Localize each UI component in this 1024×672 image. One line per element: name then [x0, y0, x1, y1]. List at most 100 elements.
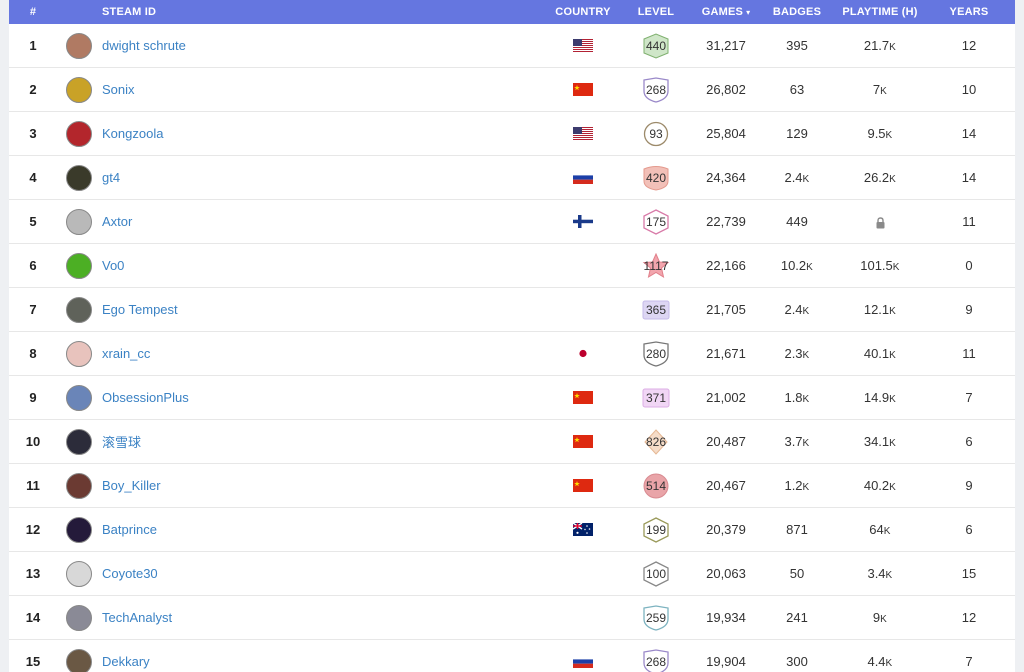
header-country[interactable]: COUNTRY — [547, 6, 619, 18]
sort-desc-icon: ▾ — [746, 8, 751, 17]
level-value: 365 — [645, 302, 667, 317]
avatar[interactable] — [66, 252, 92, 279]
games-cell: 21,002 — [706, 390, 746, 405]
table-row[interactable]: 6 Vo0 1117 22,166 10.2K 101.5K 0 — [9, 244, 1015, 288]
badges-value: 2.4 — [784, 302, 803, 317]
table-row[interactable]: 12 Batprince 199 20,379 871 64K 6 — [9, 508, 1015, 552]
playtime-cell: 4.4K — [835, 654, 925, 669]
leaderboard: # STEAM ID COUNTRY LEVEL GAMES ▾ BADGES P… — [9, 0, 1015, 672]
badges-value: 63 — [789, 82, 805, 97]
steam-id-link[interactable]: Dekkary — [102, 654, 150, 669]
table-header: # STEAM ID COUNTRY LEVEL GAMES ▾ BADGES P… — [9, 0, 1015, 24]
level-badge: 365 — [641, 297, 671, 323]
badges-cell: 241 — [759, 610, 835, 625]
steam-id-link[interactable]: Boy_Killer — [102, 478, 161, 493]
country-flag-icon — [547, 391, 619, 404]
table-row[interactable]: 7 Ego Tempest 365 21,705 2.4K 12.1K 9 — [9, 288, 1015, 332]
badges-cell: 2.3K — [759, 346, 835, 361]
table-row[interactable]: 8 xrain_cc 280 21,671 2.3K 40.1K 11 — [9, 332, 1015, 376]
level-badge: 259 — [641, 604, 671, 631]
steam-id-link[interactable]: ObsessionPlus — [102, 390, 189, 405]
playtime-cell: 21.7K — [835, 38, 925, 53]
rank-cell: 2 — [29, 82, 37, 97]
table-row[interactable]: 4 gt4 420 24,364 2.4K 26.2K 14 — [9, 156, 1015, 200]
steam-id-link[interactable]: Batprince — [102, 522, 157, 537]
playtime-cell: 14.9K — [835, 390, 925, 405]
rank-cell: 6 — [29, 258, 37, 273]
steam-id-link[interactable]: Kongzoola — [102, 126, 163, 141]
rank-cell: 4 — [29, 170, 37, 185]
games-cell: 19,904 — [706, 654, 746, 669]
avatar[interactable] — [66, 560, 92, 587]
table-row[interactable]: 11 Boy_Killer 514 20,467 1.2K 40.2K 9 — [9, 464, 1015, 508]
table-row[interactable]: 9 ObsessionPlus 371 21,002 1.8K 14.9K 7 — [9, 376, 1015, 420]
lock-icon — [875, 214, 886, 229]
badges-value: 50 — [789, 566, 805, 581]
header-games[interactable]: GAMES ▾ — [693, 6, 759, 18]
table-row[interactable]: 5 Axtor 175 22,739 449 11 — [9, 200, 1015, 244]
avatar[interactable] — [66, 164, 92, 191]
header-years[interactable]: YEARS — [925, 6, 1013, 18]
playtime-value: 21.7 — [863, 38, 890, 53]
playtime-unit: K — [889, 438, 897, 449]
level-badge: 371 — [641, 385, 671, 411]
header-badges[interactable]: BADGES — [759, 6, 835, 18]
table-row[interactable]: 15 Dekkary 268 19,904 300 4.4K 7 — [9, 640, 1015, 672]
playtime-cell: 34.1K — [835, 434, 925, 449]
avatar[interactable] — [66, 340, 92, 367]
steam-id-link[interactable]: dwight schrute — [102, 38, 186, 53]
avatar[interactable] — [66, 76, 92, 103]
level-badge: 93 — [641, 121, 671, 147]
playtime-value: 40.1 — [863, 346, 890, 361]
playtime-cell: 26.2K — [835, 170, 925, 185]
avatar[interactable] — [66, 604, 92, 631]
avatar[interactable] — [66, 120, 92, 147]
level-value: 514 — [645, 478, 667, 493]
games-cell: 22,166 — [706, 258, 746, 273]
playtime-cell: 3.4K — [835, 566, 925, 581]
header-playtime[interactable]: PLAYTIME (H) — [835, 6, 925, 18]
steam-id-link[interactable]: TechAnalyst — [102, 610, 172, 625]
steam-id-link[interactable]: Ego Tempest — [102, 302, 178, 317]
header-steam-id[interactable]: STEAM ID — [101, 6, 547, 18]
avatar[interactable] — [66, 428, 92, 455]
table-row[interactable]: 2 Sonix 268 26,802 63 7K 10 — [9, 68, 1015, 112]
playtime-unit: K — [889, 306, 897, 317]
badges-value: 449 — [786, 214, 808, 229]
years-cell: 9 — [965, 302, 973, 317]
badges-unit: K — [806, 262, 814, 273]
steam-id-link[interactable]: Axtor — [102, 214, 132, 229]
country-flag-icon — [547, 127, 619, 140]
country-flag-icon — [547, 347, 619, 360]
years-cell: 7 — [965, 654, 973, 669]
avatar[interactable] — [66, 296, 92, 323]
level-value: 268 — [645, 82, 667, 97]
playtime-cell: 7K — [835, 82, 925, 97]
steam-id-link[interactable]: Sonix — [102, 82, 135, 97]
header-level[interactable]: LEVEL — [619, 6, 693, 18]
years-cell: 6 — [965, 434, 973, 449]
table-row[interactable]: 1 dwight schrute 440 31,217 395 21.7K 12 — [9, 24, 1015, 68]
badges-cell: 50 — [759, 566, 835, 581]
steam-id-link[interactable]: Coyote30 — [102, 566, 158, 581]
steam-id-link[interactable]: gt4 — [102, 170, 120, 185]
rank-cell: 9 — [29, 390, 37, 405]
table-row[interactable]: 14 TechAnalyst 259 19,934 241 9K 12 — [9, 596, 1015, 640]
table-row[interactable]: 3 Kongzoola 93 25,804 129 9.5K 14 — [9, 112, 1015, 156]
level-badge: 268 — [641, 76, 671, 103]
steam-id-link[interactable]: xrain_cc — [102, 346, 150, 361]
header-rank[interactable]: # — [9, 6, 57, 18]
avatar[interactable] — [66, 208, 92, 235]
avatar[interactable] — [66, 472, 92, 499]
steam-id-link[interactable]: 滚雪球 — [102, 435, 141, 450]
table-row[interactable]: 13 Coyote30 100 20,063 50 3.4K 15 — [9, 552, 1015, 596]
avatar[interactable] — [66, 648, 92, 672]
avatar[interactable] — [66, 32, 92, 59]
playtime-cell: 40.2K — [835, 478, 925, 493]
table-row[interactable]: 10 滚雪球 826 20,487 3.7K 34.1K 6 — [9, 420, 1015, 464]
avatar[interactable] — [66, 384, 92, 411]
avatar[interactable] — [66, 516, 92, 543]
badges-value: 1.2 — [784, 478, 803, 493]
badges-cell: 2.4K — [759, 170, 835, 185]
steam-id-link[interactable]: Vo0 — [102, 258, 124, 273]
